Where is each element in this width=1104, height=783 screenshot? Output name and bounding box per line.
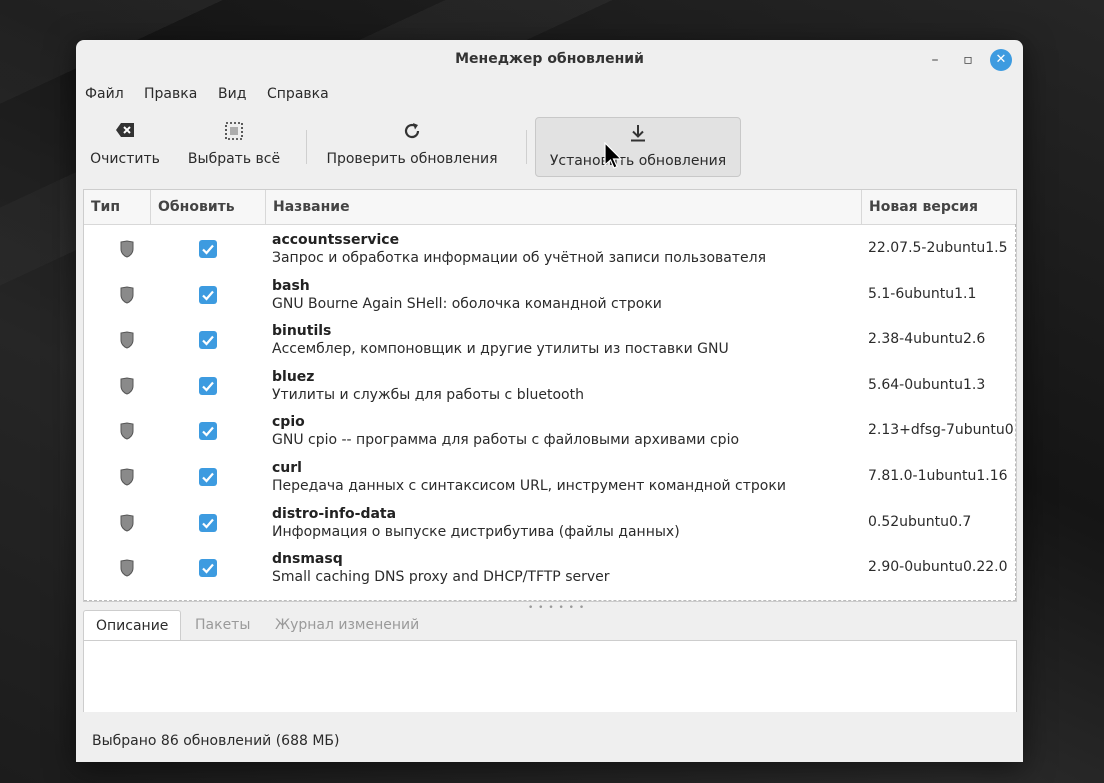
checkmark-icon [202, 290, 214, 301]
package-description: Передача данных с синтаксисом URL, инстр… [272, 478, 786, 494]
package-version: 5.1-6ubuntu1.1 [868, 285, 977, 302]
pane-edge [84, 600, 1016, 601]
shield-icon [120, 422, 134, 440]
package-name: binutils [272, 323, 332, 340]
toolbar-separator [306, 130, 307, 164]
install-updates-button[interactable]: Установить обновления [535, 117, 741, 177]
menu-help[interactable]: Справка [267, 86, 329, 102]
checkmark-icon [202, 427, 214, 438]
install-updates-label: Установить обновления [549, 153, 727, 169]
menu-file[interactable]: Файл [85, 86, 124, 102]
package-description: Информация о выпуске дистрибутива (файлы… [272, 523, 680, 540]
package-version: 2.13+dfsg-7ubuntu0 [868, 422, 1014, 439]
shield-icon [120, 514, 134, 532]
maximize-button[interactable]: ▫ [957, 49, 979, 71]
refresh-button[interactable]: Проверить обновления [320, 116, 504, 174]
status-text: Выбрано 86 обновлений (688 МБ) [92, 733, 340, 749]
checkmark-icon [202, 563, 214, 574]
update-checkbox[interactable] [199, 513, 217, 532]
refresh-icon [320, 121, 504, 147]
package-name: accountsservice [272, 232, 400, 248]
toolbar-separator [526, 130, 527, 164]
table-row[interactable]: cpio GNU cpio -- программа для работы с ф… [84, 408, 1016, 453]
checkmark-icon [202, 244, 214, 255]
download-icon [536, 123, 740, 149]
table-row[interactable]: curl Передача данных с синтаксисом URL, и… [84, 454, 1016, 499]
package-description: GNU cpio -- программа для работы с файло… [272, 432, 740, 449]
package-name: curl [272, 460, 302, 476]
checkmark-icon [202, 381, 214, 392]
description-panel [83, 640, 1017, 712]
shield-icon [120, 286, 134, 304]
mouse-pointer-icon [604, 141, 624, 170]
toolbar: Очистить Выбрать всё Проверить обновлени… [76, 116, 1023, 177]
table-row[interactable]: dnsmasq Small caching DNS proxy and DHCP/… [84, 545, 1016, 590]
update-manager-window: Менеджер обновлений – ▫ ✕ Файл Правка Ви… [76, 40, 1023, 762]
column-update[interactable]: Обновить [151, 190, 266, 224]
checkmark-icon [202, 472, 214, 483]
select-all-icon [182, 121, 286, 147]
shield-icon [120, 559, 134, 577]
package-description: Small caching DNS proxy and DHCP/TFTP se… [272, 569, 610, 586]
update-checkbox[interactable] [199, 422, 217, 441]
package-name: bash [272, 277, 310, 294]
update-checkbox[interactable] [199, 468, 217, 486]
table-row[interactable]: distro-info-data Информация о выпуске дис… [84, 500, 1016, 545]
package-name: dnsmasq [272, 551, 343, 568]
table-row[interactable]: binutils Ассемблер, компоновщик и другие … [84, 317, 1016, 362]
package-version: 5.64-0ubuntu1.3 [868, 376, 986, 393]
update-checkbox[interactable] [199, 240, 217, 258]
tab-changelog[interactable]: Журнал изменений [263, 610, 431, 640]
update-checkbox[interactable] [199, 559, 217, 578]
updates-table: Тип Обновить Название Новая версия accou… [83, 189, 1017, 602]
window-title: Менеджер обновлений [455, 51, 644, 67]
package-description: Утилиты и службы для работы с bluetooth [272, 386, 584, 403]
column-name[interactable]: Название [266, 190, 862, 224]
table-header: Тип Обновить Название Новая версия [84, 190, 1016, 225]
menu-view[interactable]: Вид [218, 86, 246, 102]
package-version: 7.81.0-1ubuntu1.16 [868, 468, 1008, 484]
clear-label: Очистить [90, 151, 160, 167]
select-all-button[interactable]: Выбрать всё [182, 116, 286, 174]
refresh-label: Проверить обновления [326, 151, 498, 167]
tab-description[interactable]: Описание [83, 610, 182, 642]
table-row[interactable]: accountsservice Запрос и обработка информ… [84, 226, 1016, 271]
package-version: 2.38-4ubuntu2.6 [868, 331, 986, 348]
titlebar: Менеджер обновлений – ▫ ✕ [76, 40, 1023, 80]
scroll-edge [1015, 224, 1016, 601]
package-version: 2.90-0ubuntu0.22.0 [868, 559, 1008, 576]
package-description: GNU Bourne Again SHell: оболочка командн… [272, 295, 662, 312]
shield-icon [120, 331, 134, 349]
package-description: Запрос и обработка информации об учётной… [272, 250, 767, 266]
package-name: bluez [272, 368, 315, 385]
package-version: 0.52ubuntu0.7 [868, 513, 972, 530]
checkmark-icon [202, 518, 214, 529]
update-checkbox[interactable] [199, 331, 217, 350]
menu-edit[interactable]: Правка [144, 86, 197, 102]
update-checkbox[interactable] [199, 285, 217, 304]
package-version: 22.07.5-2ubuntu1.5 [868, 240, 1008, 256]
details-tabs: Описание Пакеты Журнал изменений [83, 610, 1015, 642]
package-name: distro-info-data [272, 505, 397, 522]
package-description: Ассемблер, компоновщик и другие утилиты … [272, 341, 729, 358]
checkmark-icon [202, 335, 214, 346]
column-type[interactable]: Тип [84, 190, 151, 224]
clear-button[interactable]: Очистить [84, 116, 166, 174]
table-row[interactable]: bash GNU Bourne Again SHell: оболочка ком… [84, 272, 1016, 317]
backspace-icon [84, 121, 166, 147]
shield-icon [120, 240, 134, 258]
update-checkbox[interactable] [199, 376, 217, 395]
select-all-label: Выбрать всё [187, 151, 281, 167]
close-button[interactable]: ✕ [990, 49, 1012, 71]
table-row[interactable]: bluez Утилиты и службы для работы с bluet… [84, 363, 1016, 408]
shield-icon [120, 377, 134, 395]
tab-packages[interactable]: Пакеты [183, 610, 262, 640]
package-name: cpio [272, 414, 305, 431]
minimize-button[interactable]: – [924, 49, 946, 71]
shield-icon [120, 468, 134, 486]
column-new-version[interactable]: Новая версия [862, 190, 1016, 224]
